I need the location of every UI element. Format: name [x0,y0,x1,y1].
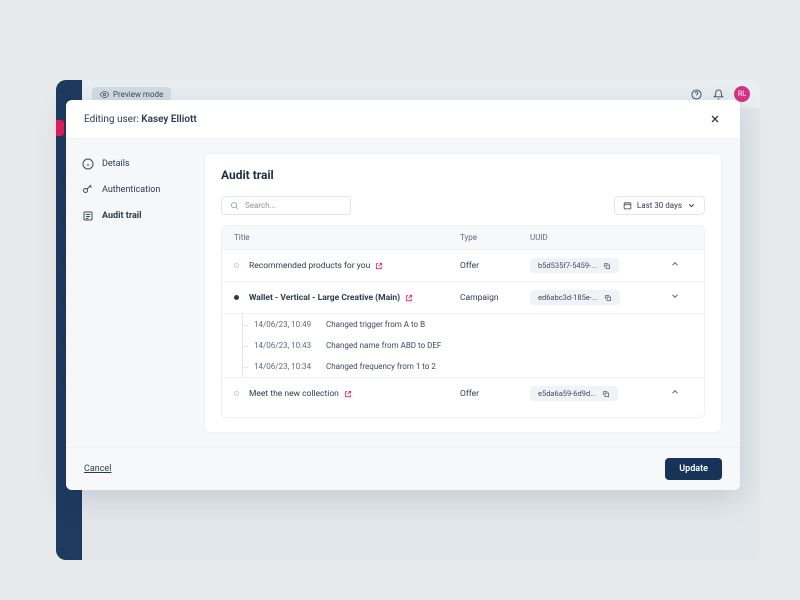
status-dot [234,295,239,300]
row-type: Campaign [460,293,530,303]
change-entry: 14/06/23, 10:43 Changed name from ABD to… [222,335,704,356]
external-link-icon[interactable] [344,390,352,398]
search-input[interactable]: Search... [221,196,351,215]
chevron-down-icon [687,201,696,210]
change-time: 14/06/23, 10:43 [254,341,326,350]
change-history: 14/06/23, 10:49 Changed trigger from A t… [222,313,704,377]
change-desc: Changed trigger from A to B [326,320,425,329]
close-icon[interactable] [708,112,722,126]
modal-title: Editing user: Kasey Elliott [84,114,197,125]
row-title: Recommended products for you [249,261,370,271]
change-time: 14/06/23, 10:49 [254,320,326,329]
col-type: Type [460,233,530,242]
panel-title: Audit trail [221,168,705,182]
uuid-pill[interactable]: e5da6a59-6d9d... [530,386,618,401]
brand-mark [56,120,64,136]
preview-label: Preview mode [113,90,163,99]
modal-footer: Cancel Update [66,447,740,490]
uuid-pill[interactable]: ed6abc3d-185e-... [530,290,620,305]
status-dot [234,391,239,396]
info-icon [82,158,94,170]
row-title: Wallet - Vertical - Large Creative (Main… [249,293,400,303]
table-row[interactable]: Recommended products for you Offer b5d53… [222,249,704,281]
list-icon [82,210,94,222]
table-header: Title Type UUID [222,226,704,249]
panel-controls: Search... Last 30 days [221,196,705,215]
copy-icon [603,262,611,270]
search-icon [230,201,239,210]
modal-header: Editing user: Kasey Elliott [66,100,740,139]
nav-label: Authentication [102,185,160,195]
external-link-icon[interactable] [375,262,383,270]
change-time: 14/06/23, 10:34 [254,362,326,371]
nav-label: Audit trail [102,211,142,221]
bell-icon[interactable] [712,88,724,100]
search-placeholder: Search... [245,201,276,210]
row-type: Offer [460,389,530,399]
table-row[interactable]: Wallet - Vertical - Large Creative (Main… [222,281,704,313]
external-link-icon[interactable] [405,294,413,302]
modal-body: Details Authentication Audit trail Audit… [66,139,740,447]
chevron-up-icon[interactable] [670,259,680,269]
nav-audit-trail[interactable]: Audit trail [76,205,186,227]
chevron-down-icon[interactable] [670,291,680,301]
row-title: Meet the new collection [249,389,339,399]
copy-icon [604,294,612,302]
status-dot [234,263,239,268]
change-desc: Changed frequency from 1 to 2 [326,362,436,371]
calendar-icon [623,201,632,210]
change-entry: 14/06/23, 10:34 Changed frequency from 1… [222,356,704,377]
update-button[interactable]: Update [665,458,722,480]
date-range-filter[interactable]: Last 30 days [614,196,705,215]
nav-details[interactable]: Details [76,153,186,175]
table-row[interactable]: Meet the new collection Offer e5da6a59-6… [222,377,704,409]
eye-icon [100,90,109,99]
modal-side-nav: Details Authentication Audit trail [66,139,196,447]
edit-user-modal: Editing user: Kasey Elliott Details Auth… [66,100,740,490]
change-entry: 14/06/23, 10:49 Changed trigger from A t… [222,314,704,335]
content-area: Audit trail Search... Last 30 days Title [196,139,740,447]
date-filter-label: Last 30 days [637,201,682,210]
change-desc: Changed name from ABD to DEF [326,341,441,350]
chevron-up-icon[interactable] [670,387,680,397]
nav-authentication[interactable]: Authentication [76,179,186,201]
row-type: Offer [460,261,530,271]
help-icon[interactable] [690,88,702,100]
uuid-pill[interactable]: b5d535f7-5459-... [530,258,619,273]
audit-table: Title Type UUID Recommended products for… [221,225,705,418]
nav-label: Details [102,159,130,169]
cancel-button[interactable]: Cancel [84,464,111,474]
copy-icon [602,390,610,398]
col-title: Title [234,233,460,242]
key-icon [82,184,94,196]
col-uuid: UUID [530,233,670,242]
audit-panel: Audit trail Search... Last 30 days Title [204,153,722,433]
